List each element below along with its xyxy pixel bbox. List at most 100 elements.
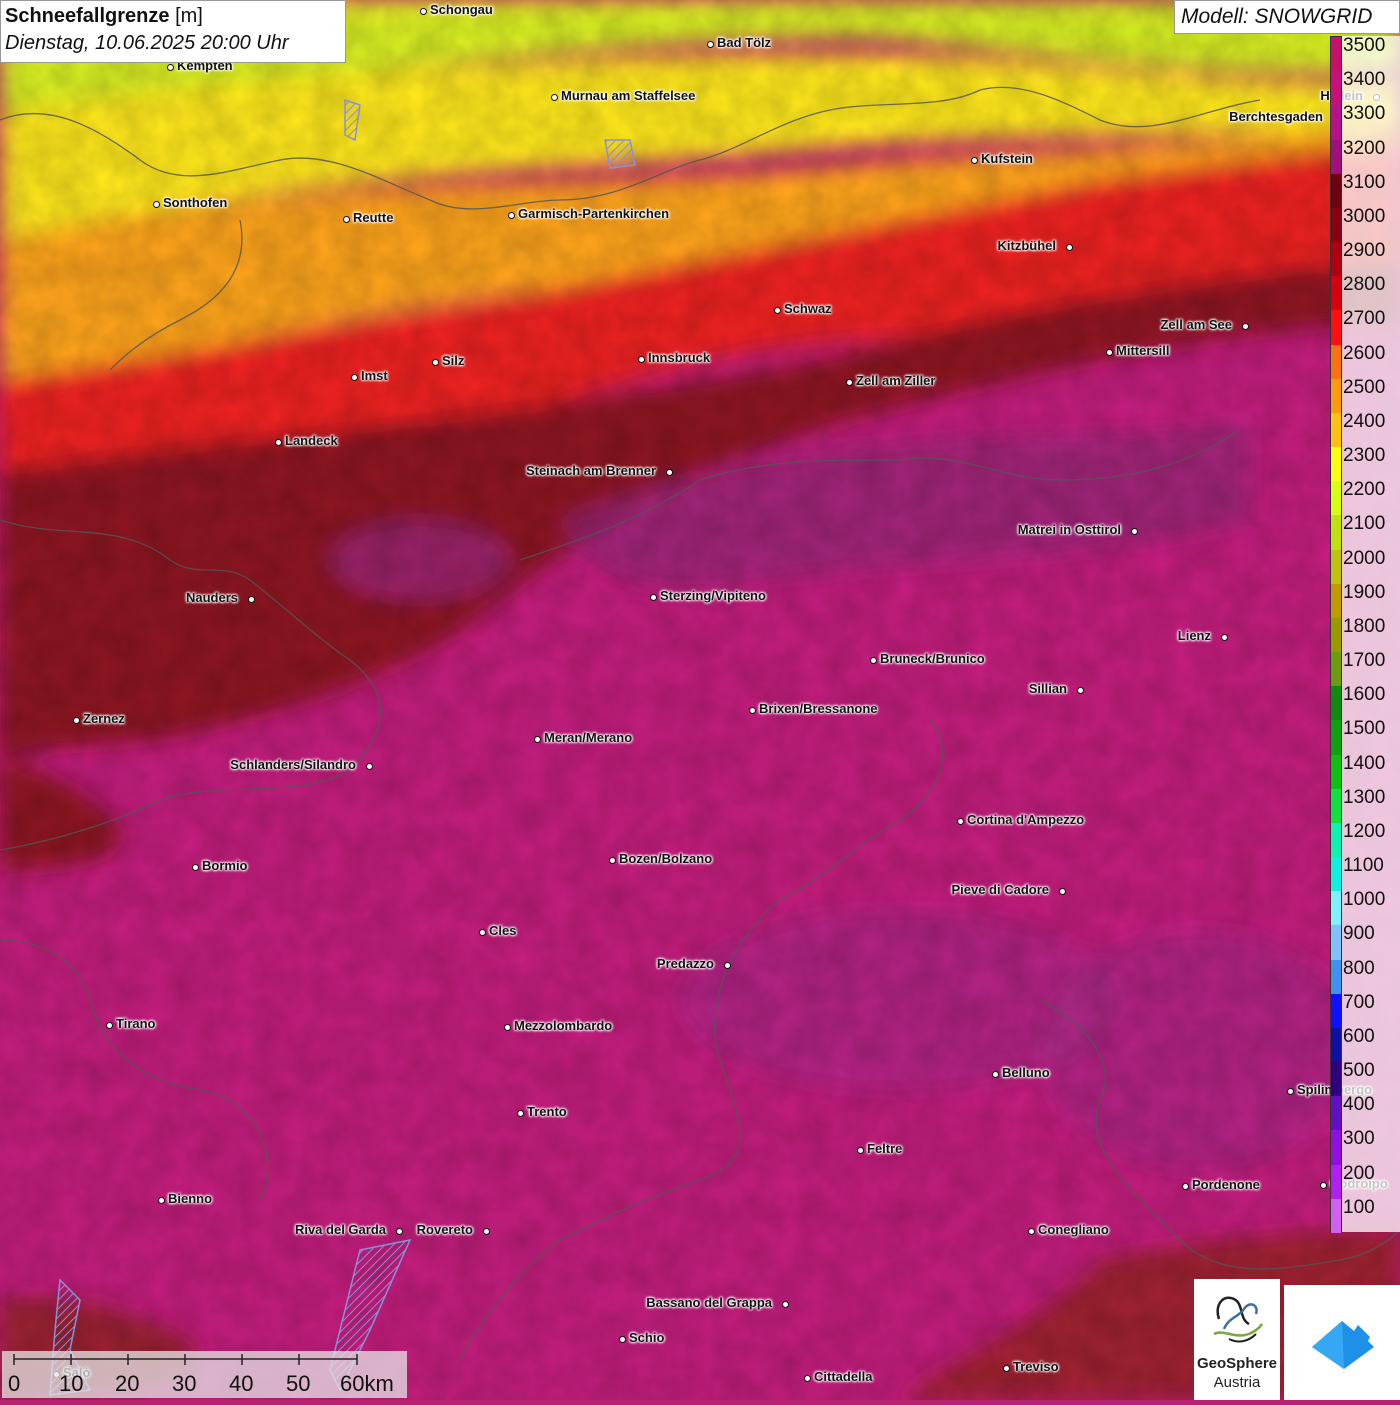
legend-swatch [1331, 686, 1341, 721]
legend-swatch [1331, 822, 1341, 858]
city-dot-icon [73, 717, 80, 724]
city-label: Brixen/Bressanone [759, 701, 878, 716]
city-label: Sterzing/Vipiteno [660, 588, 766, 603]
city-dot-icon [870, 657, 877, 664]
city-label: Pordenone [1192, 1177, 1260, 1192]
legend-swatch [1331, 788, 1341, 824]
legend-swatch [1331, 583, 1341, 619]
legend-label: 2200 [1343, 479, 1386, 501]
scale-label: 60km [340, 1371, 394, 1396]
legend-color-bar [1330, 36, 1342, 1234]
city-label: Bozen/Bolzano [619, 851, 713, 866]
legend-swatch [1331, 242, 1341, 277]
city-label: Treviso [1013, 1359, 1059, 1374]
legend-swatch [1331, 276, 1341, 311]
city-label: Predazzo [656, 956, 714, 971]
city-dot-icon [992, 1071, 999, 1078]
legend-label: 1900 [1343, 581, 1386, 603]
city-dot-icon [724, 962, 731, 969]
legend-label: 2500 [1343, 376, 1386, 398]
app-logo[interactable] [1284, 1285, 1400, 1400]
map-date: Dienstag, 10.06.2025 20:00 Uhr [5, 32, 289, 54]
legend-swatch [1331, 37, 1341, 72]
legend-swatch [1331, 447, 1341, 482]
legend-label: 500 [1343, 1060, 1375, 1082]
legend-label: 3300 [1343, 103, 1386, 125]
city-dot-icon [1059, 888, 1066, 895]
city-dot-icon [1320, 1182, 1327, 1189]
city-label: Reutte [353, 210, 394, 225]
legend-swatch [1331, 720, 1341, 756]
city-dot-icon [192, 864, 199, 871]
legend-label: 300 [1343, 1128, 1375, 1150]
city-label: Murnau am Staffelsee [561, 88, 696, 103]
legend-label: 1800 [1343, 615, 1386, 637]
city-label: Landeck [285, 433, 338, 448]
geosphere-logo-line2: Austria [1213, 1374, 1261, 1391]
city-dot-icon [517, 1110, 524, 1117]
legend-swatch [1331, 1027, 1341, 1063]
legend-label: 800 [1343, 957, 1375, 979]
city-label: Innsbruck [648, 350, 711, 365]
city-dot-icon [846, 379, 853, 386]
city-dot-icon [1242, 323, 1249, 330]
legend-label: 2700 [1343, 308, 1386, 330]
city-dot-icon [638, 356, 645, 363]
city-dot-icon [1066, 244, 1073, 251]
scale-label: 0 [8, 1371, 21, 1396]
city-label: Bormio [202, 858, 248, 873]
city-label: Bienno [168, 1191, 213, 1206]
city-dot-icon [343, 216, 350, 223]
city-label: Feltre [867, 1141, 903, 1156]
city-label: Meran/Merano [544, 730, 633, 745]
city-label: Trento [527, 1104, 567, 1119]
city-dot-icon [1003, 1365, 1010, 1372]
city-label: Berchtesgaden [1229, 109, 1323, 124]
legend-swatch [1331, 617, 1341, 653]
legend-label: 2800 [1343, 274, 1386, 296]
legend-label: 3100 [1343, 171, 1386, 193]
legend-label: 3400 [1343, 69, 1386, 91]
legend-label: 3500 [1343, 35, 1386, 56]
legend-swatch [1331, 1130, 1341, 1166]
city-dot-icon [396, 1228, 403, 1235]
scale-label: 20 [115, 1371, 140, 1396]
city-dot-icon [957, 818, 964, 825]
scale-bar: 0 10 20 30 40 50 60km [2, 1351, 407, 1398]
city-label: Zell am Ziller [856, 373, 936, 388]
legend-label: 1100 [1343, 855, 1384, 877]
city-dot-icon [1077, 687, 1084, 694]
city-label: Belluno [1002, 1065, 1050, 1080]
city-dot-icon [619, 1336, 626, 1343]
map-unit: [m] [175, 5, 203, 27]
city-dot-icon [1106, 349, 1113, 356]
city-dot-icon [707, 41, 714, 48]
city-dot-icon [158, 1197, 165, 1204]
city-dot-icon [351, 374, 358, 381]
legend-label: 1700 [1343, 650, 1386, 672]
city-dot-icon [1221, 634, 1228, 641]
model-label: Modell: SNOWGRID [1174, 0, 1400, 34]
legend-swatch [1331, 1164, 1341, 1200]
city-label: Garmisch-Partenkirchen [518, 206, 670, 221]
geosphere-emblem-icon [1213, 1296, 1264, 1343]
legend-label: 1500 [1343, 718, 1386, 740]
legend-label: 3200 [1343, 137, 1386, 159]
city-label: Schongau [430, 2, 493, 17]
geosphere-logo[interactable]: GeoSphere Austria [1194, 1279, 1280, 1400]
city-dot-icon [857, 1147, 864, 1154]
city-dot-icon [248, 596, 255, 603]
scale-label: 30 [172, 1371, 197, 1396]
city-label: Zell am See [1160, 317, 1232, 332]
city-dot-icon [804, 1375, 811, 1382]
legend-swatch [1331, 173, 1341, 209]
city-label: Bassano del Grappa [646, 1295, 772, 1310]
city-dot-icon [650, 594, 657, 601]
city-dot-icon [666, 469, 673, 476]
city-label: Rovereto [416, 1222, 473, 1237]
legend-swatch [1331, 993, 1341, 1029]
legend-label: 400 [1343, 1094, 1375, 1116]
city-dot-icon [534, 736, 541, 743]
city-label: Cittadella [814, 1369, 873, 1384]
legend-swatch [1331, 652, 1341, 687]
